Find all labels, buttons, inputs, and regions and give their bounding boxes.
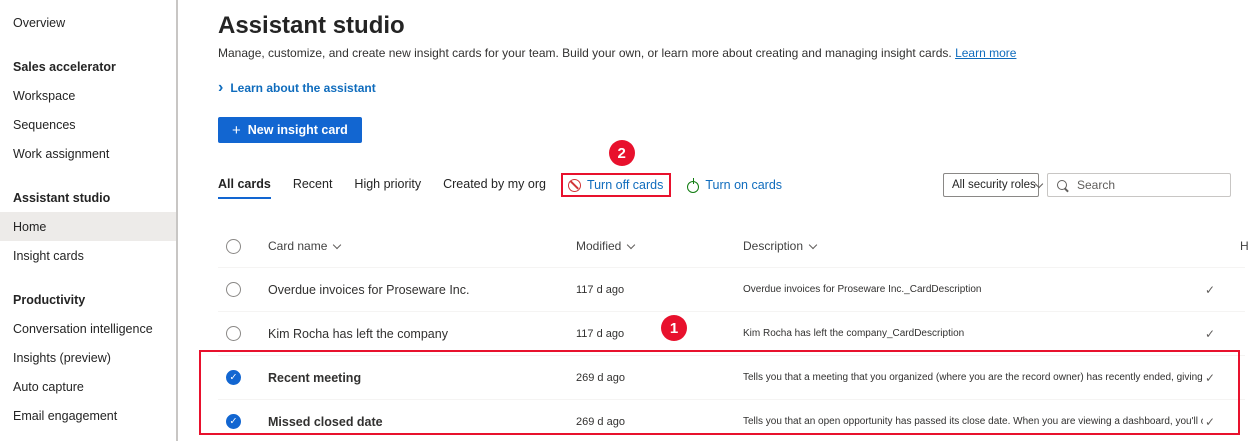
sidebar-item-home[interactable]: Home — [0, 212, 176, 241]
turn-on-cards-label: Turn on cards — [705, 178, 782, 192]
page-title: Assistant studio — [218, 12, 1252, 40]
page-subtitle: Manage, customize, and create new insigh… — [218, 46, 1252, 60]
status-checkmark-icon: ✓ — [1205, 327, 1215, 341]
status-checkmark-icon: ✓ — [1205, 371, 1215, 385]
turn-off-cards-label: Turn off cards — [587, 178, 663, 192]
column-header-description[interactable]: Description — [743, 239, 1203, 253]
sidebar-heading-sales-accelerator: Sales accelerator — [0, 52, 176, 81]
chevron-right-icon: › — [218, 83, 223, 93]
sidebar-item-work-assignment[interactable]: Work assignment — [0, 139, 176, 168]
tab-recent[interactable]: Recent — [293, 171, 333, 199]
description-value: Overdue invoices for Proseware Inc._Card… — [743, 284, 1203, 295]
card-name[interactable]: Recent meeting — [268, 371, 576, 385]
sidebar-item-sequences[interactable]: Sequences — [0, 110, 176, 139]
sort-chevron-icon — [333, 240, 341, 248]
learn-about-assistant-toggle[interactable]: › Learn about the assistant — [218, 81, 1252, 95]
security-roles-dropdown[interactable]: All security roles — [943, 173, 1039, 197]
column-header-card-name[interactable]: Card name — [268, 239, 576, 253]
sidebar-item-workspace[interactable]: Workspace — [0, 81, 176, 110]
sort-chevron-icon — [809, 240, 817, 248]
search-icon — [1057, 180, 1067, 190]
security-roles-value: All security roles — [952, 179, 1036, 191]
sort-chevron-icon — [627, 240, 635, 248]
card-name[interactable]: Missed closed date — [268, 415, 576, 429]
subtitle-text: Manage, customize, and create new insigh… — [218, 46, 952, 60]
list-controls: All security roles — [943, 173, 1231, 197]
row-checkbox-checked[interactable]: ✓ — [226, 370, 241, 385]
modified-value: 117 d ago — [576, 328, 743, 340]
sidebar-heading-assistant-studio: Assistant studio — [0, 183, 176, 212]
table-header-row: Card name Modified Description H — [218, 225, 1245, 267]
sidebar-item-overview[interactable]: Overview — [0, 8, 176, 37]
card-filter-tabbar: All cards Recent High priority Created b… — [218, 171, 1245, 199]
status-checkmark-icon: ✓ — [1205, 415, 1215, 429]
column-header-modified[interactable]: Modified — [576, 239, 743, 253]
power-icon — [687, 181, 699, 193]
prohibition-icon — [568, 179, 581, 192]
modified-value: 117 d ago — [576, 284, 743, 296]
modified-value: 269 d ago — [576, 372, 743, 384]
tab-all-cards[interactable]: All cards — [218, 171, 271, 199]
search-input[interactable] — [1077, 178, 1221, 192]
sidebar: Overview Sales accelerator Workspace Seq… — [0, 0, 178, 441]
table-row[interactable]: ✓ Missed closed date 269 d ago Tells you… — [218, 399, 1245, 443]
sidebar-item-email-engagement[interactable]: Email engagement — [0, 401, 176, 430]
sidebar-item-insights-preview[interactable]: Insights (preview) — [0, 343, 176, 372]
card-name[interactable]: Overdue invoices for Proseware Inc. — [268, 283, 576, 297]
sidebar-item-insight-cards[interactable]: Insight cards — [0, 241, 176, 270]
select-all-checkbox[interactable] — [226, 239, 241, 254]
description-value: Tells you that a meeting that you organi… — [743, 372, 1203, 383]
table-row[interactable]: ✓ Recent meeting 269 d ago Tells you tha… — [218, 355, 1245, 399]
tab-created-by-my-org[interactable]: Created by my org — [443, 171, 546, 199]
description-value: Kim Rocha has left the company_CardDescr… — [743, 328, 1203, 339]
insight-cards-table: Card name Modified Description H Overdue… — [218, 225, 1245, 443]
table-row[interactable]: Kim Rocha has left the company 117 d ago… — [218, 311, 1245, 355]
sidebar-item-conversation-intelligence[interactable]: Conversation intelligence — [0, 314, 176, 343]
row-checkbox-checked[interactable]: ✓ — [226, 414, 241, 429]
status-checkmark-icon: ✓ — [1205, 283, 1215, 297]
learn-more-link[interactable]: Learn more — [955, 46, 1016, 60]
turn-off-cards-button[interactable]: Turn off cards 2 — [568, 178, 663, 192]
checkbox-checkmark-icon: ✓ — [230, 373, 238, 383]
annotation-badge-2: 2 — [609, 140, 635, 166]
card-name[interactable]: Kim Rocha has left the company — [268, 327, 576, 341]
checkbox-checkmark-icon: ✓ — [230, 417, 238, 427]
plus-icon: + — [232, 123, 241, 138]
table-row[interactable]: Overdue invoices for Proseware Inc. 117 … — [218, 267, 1245, 311]
app-window: Overview Sales accelerator Workspace Seq… — [0, 0, 1252, 441]
main-content: Assistant studio Manage, customize, and … — [178, 0, 1252, 441]
sidebar-item-auto-capture[interactable]: Auto capture — [0, 372, 176, 401]
row-checkbox[interactable] — [226, 282, 241, 297]
modified-value: 269 d ago — [576, 416, 743, 428]
tab-high-priority[interactable]: High priority — [354, 171, 421, 199]
sidebar-heading-productivity: Productivity — [0, 285, 176, 314]
learn-about-label: Learn about the assistant — [230, 81, 375, 95]
new-insight-card-label: New insight card — [248, 123, 348, 137]
turn-on-cards-button[interactable]: Turn on cards — [687, 178, 782, 193]
row-checkbox[interactable] — [226, 326, 241, 341]
search-box[interactable] — [1047, 173, 1231, 197]
description-value: Tells you that an open opportunity has p… — [743, 416, 1203, 427]
new-insight-card-button[interactable]: + New insight card — [218, 117, 362, 143]
column-header-partial: H — [1240, 239, 1249, 253]
